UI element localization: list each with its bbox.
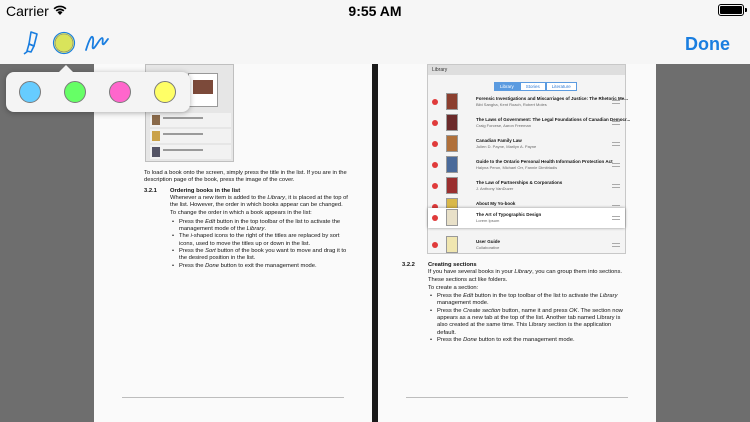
- book-cover-image: [188, 73, 218, 107]
- screenshot-title: Library: [428, 65, 625, 75]
- list-item: Press the Done button to exit the manage…: [428, 337, 630, 345]
- library-edit-screenshot-image: Library Library Stories Literature Foren…: [427, 64, 630, 255]
- section-number: 3.2.2: [402, 262, 415, 268]
- color-swatch-yellow[interactable]: [154, 81, 176, 103]
- paragraph: To create a section:: [428, 284, 479, 291]
- list-item: Forensic Investigations and Miscarriages…: [428, 92, 628, 112]
- section-heading: 3.2.1 Ordering books in the list: [144, 188, 349, 195]
- page-footer-divider: [122, 397, 344, 398]
- intro-paragraph: To load a book onto the screen, simply p…: [144, 170, 347, 184]
- paragraph: If you have several books in your Librar…: [428, 269, 622, 283]
- list-item-dragging: The Art of Typographic Design Lorem Ipsum: [428, 208, 625, 228]
- paragraph: Whenever a new item is added to the Libr…: [170, 194, 348, 209]
- tab-library: Library: [494, 82, 520, 91]
- right-page: Library Library Stories Literature Foren…: [378, 64, 656, 422]
- color-swatch-green[interactable]: [64, 81, 86, 103]
- list-item: Press the Create section button, name it…: [428, 308, 630, 337]
- section-number: 3.2.1: [144, 187, 157, 194]
- list-item: User Guide Collaborative: [428, 235, 625, 255]
- section-tabs: Library Stories Literature: [494, 82, 577, 91]
- color-picker-icon[interactable]: [52, 31, 76, 60]
- list-item: Press the Edit button in the top toolbar…: [428, 293, 630, 308]
- list-item: Press the Edit button in the top toolbar…: [170, 219, 349, 234]
- page-footer-divider: [406, 397, 628, 398]
- tab-stories: Stories: [519, 82, 546, 91]
- tab-literature: Literature: [545, 82, 577, 91]
- list-item: Press the Sort button of the book you wa…: [170, 248, 349, 263]
- status-bar: Carrier 9:55 AM: [0, 0, 750, 22]
- list-item: Guide to the Ontario Personal Health Inf…: [428, 155, 625, 175]
- left-page-text: To load a book onto the screen, simply p…: [144, 170, 349, 270]
- list-item: Press the Done button to exit the manage…: [170, 263, 349, 271]
- right-page-text: 3.2.2 Creating sections If you have seve…: [402, 262, 630, 345]
- clock: 9:55 AM: [348, 3, 402, 19]
- section-heading: 3.2.2 Creating sections: [402, 262, 630, 269]
- instruction-list: Press the Edit button in the top toolbar…: [428, 293, 630, 344]
- color-palette-popover: [6, 65, 190, 112]
- left-page: To load a book onto the screen, simply p…: [94, 64, 372, 422]
- color-swatch-pink[interactable]: [109, 81, 131, 103]
- toolbar: Carrier 9:55 AM Done: [0, 0, 750, 64]
- list-item: The i-shaped icons to the right of the t…: [170, 233, 349, 248]
- list-item: The Laws of Government: The Legal Founda…: [428, 113, 630, 133]
- list-item: The Law of Partnerships & Corporations J.…: [428, 176, 625, 196]
- color-swatch-blue[interactable]: [19, 81, 41, 103]
- freehand-icon[interactable]: [84, 32, 110, 59]
- section-title: Ordering books in the list: [170, 187, 241, 194]
- list-item: Canadian Family Law Julien D. Payne, Mari…: [428, 134, 625, 154]
- instruction-list: Press the Edit button in the top toolbar…: [170, 219, 349, 270]
- done-button[interactable]: Done: [685, 34, 730, 55]
- battery-icon: [718, 4, 747, 16]
- highlighter-pen-icon[interactable]: [22, 30, 42, 61]
- section-title: Creating sections: [428, 262, 477, 268]
- paragraph: To change the order in which a book appe…: [170, 210, 312, 217]
